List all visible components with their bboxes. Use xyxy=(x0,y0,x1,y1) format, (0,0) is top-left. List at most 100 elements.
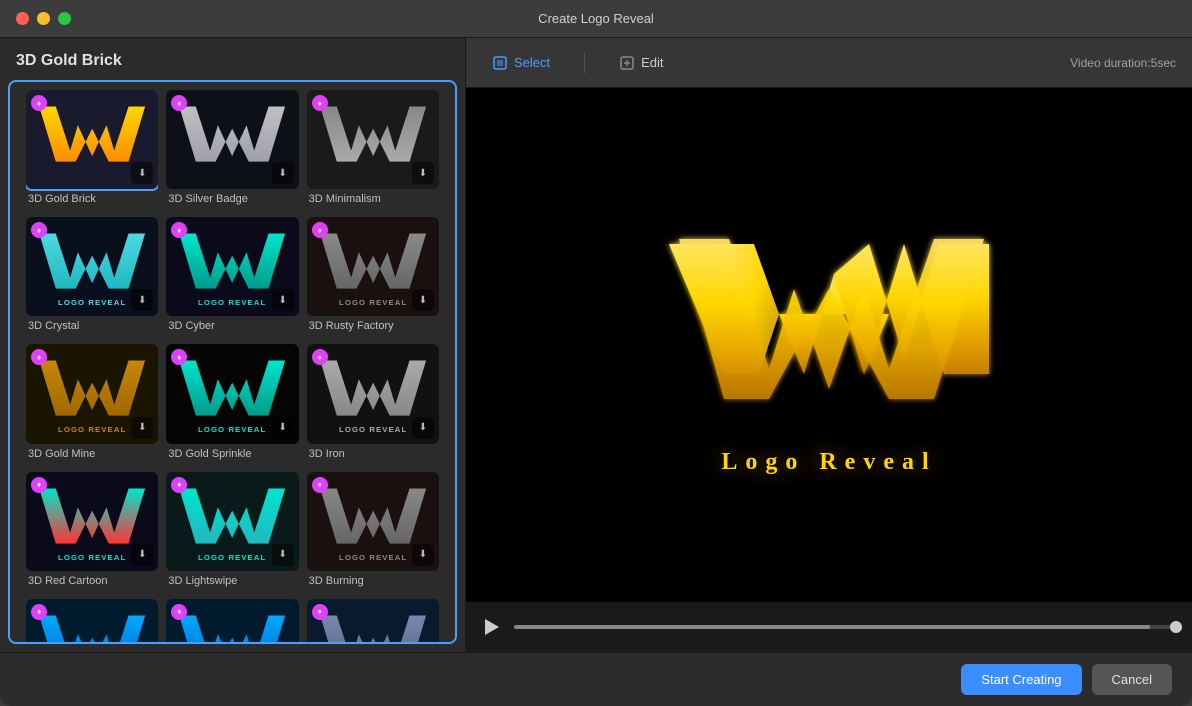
svg-text:LOGO REVEAL: LOGO REVEAL xyxy=(339,298,407,307)
template-badge: ♦ xyxy=(171,477,187,493)
maximize-button[interactable] xyxy=(58,12,71,25)
svg-text:LOGO REVEAL: LOGO REVEAL xyxy=(339,553,407,562)
template-thumbnail[interactable]: ♦⬇ xyxy=(307,90,439,189)
template-item[interactable]: ♦LOGO REVEAL⬇Fly In xyxy=(307,599,439,644)
template-thumbnail[interactable]: ♦ LOGO REVEAL ⬇ xyxy=(166,472,298,571)
template-item[interactable]: ♦LOGO REVEAL⬇3D Gold Sprinkle xyxy=(166,344,298,463)
template-thumbnail[interactable]: ♦LOGO REVEAL⬇ xyxy=(26,599,158,644)
template-grid-wrapper[interactable]: ♦⬇3D Gold Brick♦⬇3D Silver Badge♦⬇3D Min… xyxy=(8,80,457,644)
tab-edit[interactable]: Edit xyxy=(609,49,673,77)
svg-text:LOGO REVEAL: LOGO REVEAL xyxy=(58,298,126,307)
template-badge: ♦ xyxy=(31,604,47,620)
traffic-lights xyxy=(16,12,71,25)
select-tab-icon xyxy=(492,55,508,71)
template-item[interactable]: ♦ LOGO REVEAL ⬇ 3D Rusty Factory xyxy=(307,217,439,336)
download-button[interactable]: ⬇ xyxy=(412,417,434,439)
template-name-label: 3D Gold Brick xyxy=(26,193,158,209)
template-name-label: 3D Crystal xyxy=(26,320,158,336)
template-badge: ♦ xyxy=(312,604,328,620)
template-item[interactable]: ♦⬇3D Minimalism xyxy=(307,90,439,209)
minimize-button[interactable] xyxy=(37,12,50,25)
download-button[interactable]: ⬇ xyxy=(412,289,434,311)
download-button[interactable]: ⬇ xyxy=(131,162,153,184)
start-creating-button[interactable]: Start Creating xyxy=(961,664,1081,695)
right-toolbar: Select Edit Video duration:5sec xyxy=(466,38,1192,88)
download-button[interactable]: ⬇ xyxy=(131,289,153,311)
download-button[interactable]: ⬇ xyxy=(272,417,294,439)
template-thumbnail[interactable]: ♦LOGO REVEAL⬇ xyxy=(26,217,158,316)
cancel-button[interactable]: Cancel xyxy=(1092,664,1172,695)
template-item[interactable]: ♦⬇ 3D Silver Badge xyxy=(166,90,298,209)
play-button[interactable] xyxy=(482,617,502,637)
svg-text:LOGO REVEAL: LOGO REVEAL xyxy=(198,426,266,435)
download-button[interactable]: ⬇ xyxy=(272,289,294,311)
template-thumbnail[interactable]: ♦LOGO REVEAL⬇ xyxy=(26,344,158,443)
template-name-label: 3D Rusty Factory xyxy=(307,320,439,336)
template-name-label: 3D Red Cartoon xyxy=(26,575,158,591)
app-window: Create Logo Reveal 3D Gold Brick ♦⬇3D Go… xyxy=(0,0,1192,706)
svg-text:LOGO REVEAL: LOGO REVEAL xyxy=(198,553,266,562)
template-item[interactable]: ♦ LOGO REVEAL ⬇ 3D Burning xyxy=(307,472,439,591)
preview-logo: Logo Reveal xyxy=(639,214,1019,476)
template-item[interactable]: ♦LOGO REVEAL⬇Digital Pixel 02 xyxy=(166,599,298,644)
template-badge: ♦ xyxy=(312,477,328,493)
template-name-label: 3D Gold Sprinkle xyxy=(166,448,298,464)
template-item[interactable]: ♦⬇3D Gold Brick xyxy=(26,90,158,209)
template-thumbnail[interactable]: ♦LOGO REVEAL⬇ xyxy=(166,599,298,644)
svg-text:LOGO REVEAL: LOGO REVEAL xyxy=(58,426,126,435)
svg-text:LOGO REVEAL: LOGO REVEAL xyxy=(198,298,266,307)
template-item[interactable]: ♦LOGO REVEAL⬇Digital Pixel 01 xyxy=(26,599,158,644)
template-logo-svg: LOGO REVEAL xyxy=(26,599,158,644)
edit-tab-icon xyxy=(619,55,635,71)
template-name-label: 3D Minimalism xyxy=(307,193,439,209)
svg-text:LOGO REVEAL: LOGO REVEAL xyxy=(339,426,407,435)
template-item[interactable]: ♦ LOGO REVEAL ⬇ 3D Lightswipe xyxy=(166,472,298,591)
download-button[interactable]: ⬇ xyxy=(131,417,153,439)
template-name-label: 3D Silver Badge xyxy=(166,193,298,209)
download-button[interactable]: ⬇ xyxy=(131,544,153,566)
download-button[interactable]: ⬇ xyxy=(272,162,294,184)
template-item[interactable]: ♦LOGO REVEAL⬇3D Cyber xyxy=(166,217,298,336)
download-button[interactable]: ⬇ xyxy=(412,544,434,566)
template-thumbnail[interactable]: ♦⬇ xyxy=(26,90,158,189)
download-button[interactable]: ⬇ xyxy=(272,544,294,566)
template-name-label: 3D Gold Mine xyxy=(26,448,158,464)
video-controls xyxy=(466,602,1192,652)
template-thumbnail[interactable]: ♦ LOGO REVEAL ⬇ xyxy=(307,472,439,571)
close-button[interactable] xyxy=(16,12,29,25)
bottom-bar: Start Creating Cancel xyxy=(0,652,1192,706)
template-logo-svg: LOGO REVEAL xyxy=(307,599,439,644)
select-tab-label: Select xyxy=(514,55,550,70)
template-thumbnail[interactable]: ♦LOGO REVEAL⬇ xyxy=(166,217,298,316)
template-thumbnail[interactable]: ♦LOGO REVEAL⬇ xyxy=(307,599,439,644)
preview-logo-w xyxy=(639,214,1019,459)
template-badge: ♦ xyxy=(312,95,328,111)
template-badge: ♦ xyxy=(312,222,328,238)
template-thumbnail[interactable]: ♦⬇ xyxy=(166,90,298,189)
template-name-label: 3D Cyber xyxy=(166,320,298,336)
template-thumbnail[interactable]: ♦LOGO REVEAL⬇ xyxy=(26,472,158,571)
template-name-label: 3D Iron xyxy=(307,448,439,464)
edit-tab-label: Edit xyxy=(641,55,663,70)
selected-template-name: 3D Gold Brick xyxy=(16,52,122,69)
progress-bar[interactable] xyxy=(514,625,1176,629)
template-item[interactable]: ♦LOGO REVEAL⬇3D Gold Mine xyxy=(26,344,158,463)
template-badge: ♦ xyxy=(31,477,47,493)
video-duration: Video duration:5sec xyxy=(1070,56,1176,70)
progress-handle[interactable] xyxy=(1170,621,1182,633)
template-item[interactable]: ♦LOGO REVEAL⬇3D Crystal xyxy=(26,217,158,336)
main-content: 3D Gold Brick ♦⬇3D Gold Brick♦⬇3D Silver… xyxy=(0,38,1192,652)
template-thumbnail[interactable]: ♦ LOGO REVEAL ⬇ xyxy=(307,217,439,316)
left-header: 3D Gold Brick xyxy=(0,38,465,80)
template-item[interactable]: ♦LOGO REVEAL⬇3D Iron xyxy=(307,344,439,463)
template-name-label: 3D Lightswipe xyxy=(166,575,298,591)
download-button[interactable]: ⬇ xyxy=(412,162,434,184)
template-thumbnail[interactable]: ♦LOGO REVEAL⬇ xyxy=(166,344,298,443)
template-thumbnail[interactable]: ♦LOGO REVEAL⬇ xyxy=(307,344,439,443)
template-name-label: 3D Burning xyxy=(307,575,439,591)
tab-select[interactable]: Select xyxy=(482,49,560,77)
template-badge: ♦ xyxy=(31,95,47,111)
template-item[interactable]: ♦LOGO REVEAL⬇ 3D Red Cartoon xyxy=(26,472,158,591)
title-bar: Create Logo Reveal xyxy=(0,0,1192,38)
toolbar-divider xyxy=(584,53,585,73)
